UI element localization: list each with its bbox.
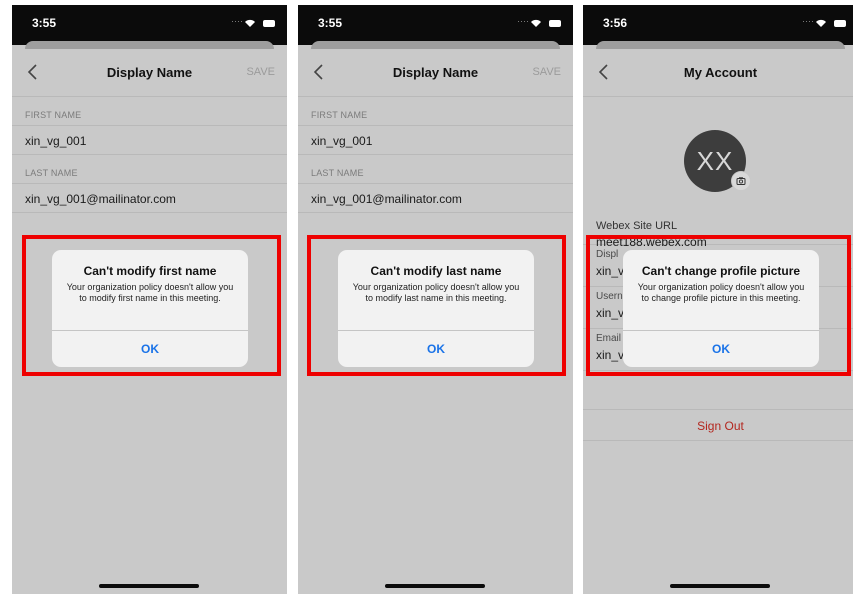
status-icons: ···· <box>231 16 275 30</box>
dialog-message: Your organization policy doesn't allow y… <box>66 282 234 303</box>
status-time: 3:55 <box>318 16 343 30</box>
dialog-title: Can't modify last name <box>370 264 502 278</box>
chevron-right-icon: › <box>848 261 852 275</box>
home-indicator[interactable] <box>670 584 770 588</box>
wifi-icon <box>816 19 826 27</box>
username-label: Usern <box>596 291 623 302</box>
status-bar: 3:56 ···· <box>583 5 853 45</box>
status-time: 3:55 <box>32 16 57 30</box>
email-label: Email <box>596 333 622 344</box>
wifi-icon <box>245 19 255 27</box>
status-icons: ···· <box>517 16 561 30</box>
dialog-message: Your organization policy doesn't allow y… <box>637 282 805 303</box>
phone-screen-my-account: 3:56 ···· My Account XX Webex Site URL m… <box>583 5 853 594</box>
last-name-label: LAST NAME <box>25 168 78 178</box>
site-url-label: Webex Site URL <box>596 220 678 232</box>
dialog-title: Can't modify first name <box>83 264 217 278</box>
wifi-icon <box>531 19 541 27</box>
alert-dialog: Can't modify last name Your organization… <box>338 250 534 367</box>
nav-bar: Display Name SAVE <box>298 49 573 97</box>
avatar-section: XX <box>583 97 853 210</box>
nav-bar: Display Name SAVE <box>12 49 287 97</box>
sign-out-button[interactable]: Sign Out <box>583 409 853 441</box>
first-name-field[interactable]: xin_vg_001 <box>12 125 287 155</box>
last-name-label: LAST NAME <box>311 168 364 178</box>
battery-icon <box>263 20 275 27</box>
status-bar: 3:55 ···· <box>12 5 287 45</box>
display-name-label: Displ <box>596 249 619 260</box>
alert-dialog: Can't change profile picture Your organi… <box>623 250 819 367</box>
status-bar: 3:55 ···· <box>298 5 573 45</box>
save-button[interactable]: SAVE <box>246 66 275 78</box>
first-name-field[interactable]: xin_vg_001 <box>298 125 573 155</box>
first-name-label: FIRST NAME <box>25 110 82 120</box>
display-name-value: xin_v <box>596 264 625 278</box>
username-value: xin_v <box>596 306 625 320</box>
home-indicator[interactable] <box>385 584 485 588</box>
save-button[interactable]: SAVE <box>532 66 561 78</box>
nav-bar: My Account <box>583 49 853 97</box>
signal-dots-icon: ···· <box>231 16 243 26</box>
camera-icon <box>736 177 746 185</box>
signal-dots-icon: ···· <box>517 16 529 26</box>
site-url-row: Webex Site URL meet188.webex.com <box>583 210 853 249</box>
home-indicator[interactable] <box>99 584 199 588</box>
status-icons: ···· <box>802 16 846 30</box>
ok-button[interactable]: OK <box>623 331 819 367</box>
status-time: 3:56 <box>603 16 628 30</box>
ok-button[interactable]: OK <box>52 331 248 367</box>
phone-screen-last-name: 3:55 ···· Display Name SAVE FIRST NAME x… <box>298 5 573 594</box>
page-title: My Account <box>683 65 758 80</box>
dialog-message: Your organization policy doesn't allow y… <box>352 282 520 303</box>
signal-dots-icon: ···· <box>802 16 814 26</box>
battery-icon <box>549 20 561 27</box>
alert-dialog: Can't modify first name Your organizatio… <box>52 250 248 367</box>
last-name-field[interactable]: xin_vg_001@mailinator.com <box>12 183 287 213</box>
ok-button[interactable]: OK <box>338 331 534 367</box>
first-name-label: FIRST NAME <box>311 110 368 120</box>
camera-badge[interactable] <box>731 171 751 191</box>
battery-icon <box>834 20 846 27</box>
dialog-title: Can't change profile picture <box>641 264 801 278</box>
last-name-field[interactable]: xin_vg_001@mailinator.com <box>298 183 573 213</box>
phone-screen-first-name: 3:55 ···· Display Name SAVE FIRST NAME x… <box>12 5 287 594</box>
